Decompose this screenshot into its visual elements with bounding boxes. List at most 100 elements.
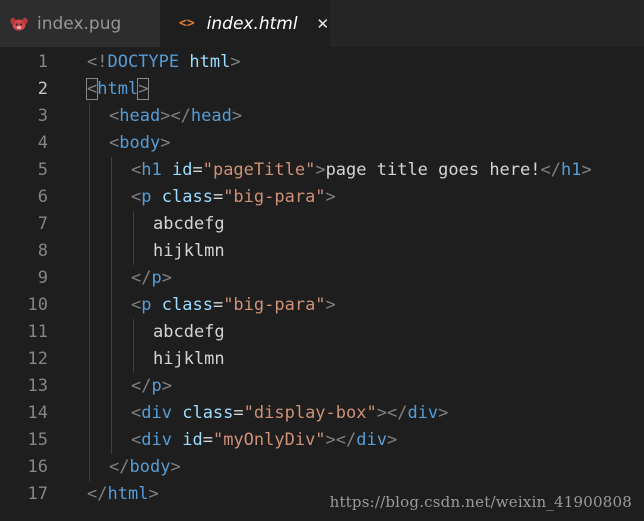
- line-number: 7: [37, 214, 48, 234]
- line-number: 8: [37, 241, 48, 261]
- code-editor[interactable]: 1 <!DOCTYPE html> 2 <html> 3 <head></head> 4 <b…: [0, 47, 644, 521]
- code-token: p: [141, 295, 152, 315]
- code-token: html: [97, 79, 139, 99]
- code-token: =: [202, 430, 213, 450]
- code-token: class: [161, 187, 213, 207]
- line-number: 16: [27, 457, 48, 477]
- line-number: 2: [37, 79, 48, 99]
- code-line[interactable]: 14 <div class="display-box"></div>: [0, 400, 644, 427]
- code-token: <: [131, 403, 142, 423]
- code-token: body: [129, 457, 171, 477]
- code-token: <: [85, 78, 99, 100]
- close-icon[interactable]: ✕: [316, 15, 330, 33]
- code-token: "display-box": [243, 403, 377, 423]
- line-number: 15: [27, 430, 48, 450]
- code-content: </body>: [109, 454, 181, 481]
- line-number: 12: [27, 349, 48, 369]
- code-token: </: [87, 484, 108, 504]
- code-token: h1: [560, 160, 582, 180]
- code-line[interactable]: 5 <h1 id="pageTitle">page title goes here…: [0, 157, 644, 184]
- code-token: ></: [376, 403, 408, 423]
- code-token: >: [386, 430, 398, 450]
- code-content: <div class="display-box"></div>: [131, 400, 448, 427]
- code-token: p: [151, 268, 162, 288]
- code-line[interactable]: 2 <html>: [0, 76, 644, 103]
- code-token: div: [356, 430, 387, 450]
- code-token: >: [325, 187, 336, 207]
- code-token: =: [233, 403, 244, 423]
- line-number: 6: [37, 187, 48, 207]
- line-number: 10: [27, 295, 48, 315]
- code-token: =: [212, 187, 224, 207]
- code-token: ></: [160, 106, 191, 126]
- code-token: abcdefg: [153, 322, 225, 342]
- code-token: id: [182, 430, 203, 450]
- tab-label: index.html: [206, 13, 298, 34]
- code-line[interactable]: 13 </p>: [0, 373, 644, 400]
- code-line[interactable]: 16 </body>: [0, 454, 644, 481]
- line-number: 4: [37, 133, 48, 153]
- code-token: html: [189, 52, 231, 72]
- code-line[interactable]: 7 abcdefg: [0, 211, 644, 238]
- line-number: 3: [37, 106, 48, 126]
- code-line[interactable]: 4 <body>: [0, 130, 644, 157]
- code-token: "big-para": [223, 295, 326, 315]
- code-content: <div id="myOnlyDiv"></div>: [131, 427, 397, 454]
- code-line[interactable]: 3 <head></head>: [0, 103, 644, 130]
- watermark: https://blog.csdn.net/weixin_41900808: [329, 493, 632, 511]
- code-token: DOCTYPE: [107, 52, 180, 72]
- code-token: >: [230, 52, 241, 72]
- code-token: >: [161, 376, 172, 396]
- code-token: div: [407, 403, 439, 423]
- code-token: h1: [141, 160, 162, 180]
- code-token: ></: [325, 430, 357, 450]
- tab-index-html[interactable]: <> index.html ✕: [160, 0, 330, 47]
- code-content: <p class="big-para">: [131, 184, 336, 211]
- code-token: >: [170, 457, 181, 477]
- code-line[interactable]: 11 abcdefg: [0, 319, 644, 346]
- code-token: div: [141, 403, 172, 423]
- code-line[interactable]: 12 hijklmn: [0, 346, 644, 373]
- code-line[interactable]: 10 <p class="big-para">: [0, 292, 644, 319]
- code-token: <: [131, 430, 142, 450]
- code-token: <: [109, 133, 120, 153]
- code-token: >: [315, 160, 326, 180]
- tab-index-pug[interactable]: index.pug: [0, 0, 160, 47]
- code-content: <p class="big-para">: [131, 292, 336, 319]
- line-number: 9: [37, 268, 48, 288]
- code-token: "myOnlyDiv": [212, 430, 326, 450]
- code-token: <: [131, 187, 142, 207]
- line-number: 13: [27, 376, 48, 396]
- code-token: abcdefg: [153, 214, 225, 234]
- line-number: 11: [27, 322, 48, 342]
- code-content: hijklmn: [153, 238, 225, 265]
- code-line[interactable]: 9 </p>: [0, 265, 644, 292]
- code-token: "pageTitle": [202, 160, 316, 180]
- code-token: >: [160, 133, 171, 153]
- code-line[interactable]: 15 <div id="myOnlyDiv"></div>: [0, 427, 644, 454]
- code-token: <!: [87, 52, 108, 72]
- code-token: >: [325, 295, 336, 315]
- code-token: class: [161, 295, 213, 315]
- code-token: >: [438, 403, 449, 423]
- code-token: p: [141, 187, 152, 207]
- code-line[interactable]: 8 hijklmn: [0, 238, 644, 265]
- code-content: abcdefg: [153, 319, 225, 346]
- code-token: </: [109, 457, 130, 477]
- code-token: class: [182, 403, 234, 423]
- code-content: hijklmn: [153, 346, 225, 373]
- code-content: <!DOCTYPE html>: [87, 49, 241, 76]
- code-token: head: [119, 106, 161, 126]
- code-token: div: [141, 430, 172, 450]
- line-number: 17: [27, 484, 48, 504]
- code-token: html: [107, 484, 149, 504]
- line-number: 1: [37, 52, 48, 72]
- code-line[interactable]: 1 <!DOCTYPE html>: [0, 49, 644, 76]
- code-token: =: [192, 160, 203, 180]
- code-line[interactable]: 6 <p class="big-para">: [0, 184, 644, 211]
